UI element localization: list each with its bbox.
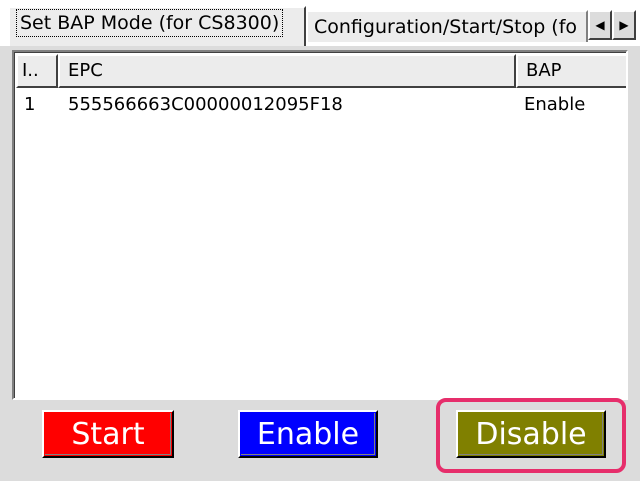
column-header-index[interactable]: I.. (16, 54, 58, 88)
tag-list-view[interactable]: I.. EPC BAP 1 555566663C00000012095F18 E… (12, 50, 628, 400)
tab-strip: Set BAP Mode (for CS8300) Configuration/… (0, 0, 640, 46)
row-bap-cell: Enable (524, 94, 586, 115)
arrow-left-icon: ◀ (595, 18, 605, 32)
tab-scroll-right-button[interactable]: ▶ (612, 10, 636, 40)
tab-scroll-left-button[interactable]: ◀ (588, 10, 612, 40)
tab-configuration-start-stop[interactable]: Configuration/Start/Stop (fo (306, 10, 588, 42)
table-row[interactable]: 1 555566663C00000012095F18 Enable (16, 92, 616, 118)
column-header-epc[interactable]: EPC (58, 54, 516, 88)
app-window: Set BAP Mode (for CS8300) Configuration/… (0, 0, 640, 481)
tab-set-bap-mode[interactable]: Set BAP Mode (for CS8300) (8, 6, 306, 46)
enable-button[interactable]: Enable (238, 410, 378, 458)
row-index-cell: 1 (24, 94, 36, 115)
tab-configuration-label: Configuration/Start/Stop (fo (314, 16, 578, 38)
row-epc-cell: 555566663C00000012095F18 (68, 94, 343, 115)
highlight-annotation (436, 398, 626, 473)
list-header: I.. EPC BAP (16, 54, 626, 88)
start-button-label: Start (71, 416, 145, 452)
arrow-right-icon: ▶ (619, 18, 629, 32)
start-button[interactable]: Start (42, 410, 174, 458)
column-header-bap[interactable]: BAP (516, 54, 626, 88)
enable-button-label: Enable (256, 416, 360, 452)
tab-set-bap-mode-label: Set BAP Mode (for CS8300) (16, 9, 284, 37)
